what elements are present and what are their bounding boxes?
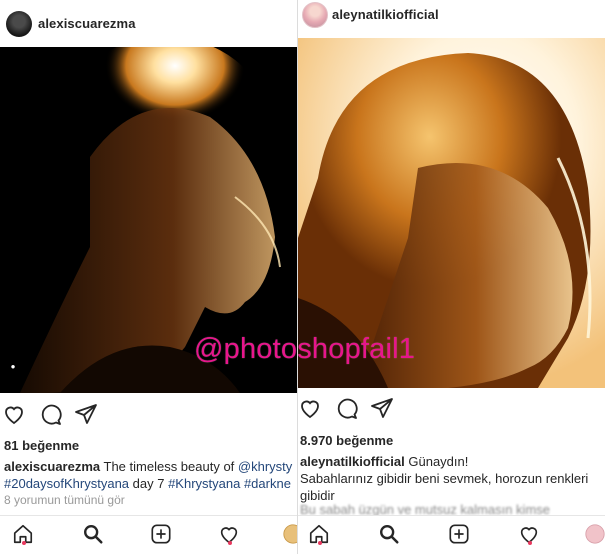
share-icon[interactable]	[74, 402, 100, 428]
home-icon[interactable]	[12, 523, 36, 547]
profile-icon[interactable]	[282, 523, 297, 547]
caption-username[interactable]: alexiscuarezma	[4, 459, 100, 474]
right-post: aleynatilkiofficial 8.970 beğenme aleyna…	[298, 0, 605, 554]
post-actions	[298, 396, 605, 424]
activity-icon[interactable]	[218, 523, 242, 547]
notification-dot	[528, 541, 532, 545]
likes-count[interactable]: 81 beğenme	[4, 438, 79, 453]
caption-username[interactable]: aleynatilkiofficial	[300, 454, 405, 469]
notification-dot	[22, 541, 26, 545]
bottom-tab-bar	[298, 515, 605, 554]
post-actions	[0, 402, 297, 430]
bottom-tab-bar	[0, 515, 297, 554]
username[interactable]: alexiscuarezma	[38, 16, 136, 31]
post-header: alexiscuarezma	[0, 0, 297, 46]
post-caption: alexiscuarezma The timeless beauty of @k…	[4, 458, 297, 492]
caption-mention[interactable]: @khrysty	[238, 459, 292, 474]
activity-icon[interactable]	[518, 523, 542, 547]
search-icon[interactable]	[378, 523, 402, 547]
comment-icon[interactable]	[334, 396, 360, 422]
search-icon[interactable]	[82, 523, 106, 547]
caption-line: Sabahlarınız gibidir beni sevmek, horozu…	[300, 471, 589, 503]
add-icon[interactable]	[150, 523, 174, 547]
caption-text: The timeless beauty of	[100, 459, 238, 474]
heart-icon[interactable]	[2, 402, 28, 428]
hashtag-link[interactable]: #20daysofKhrystyana	[4, 476, 129, 491]
heart-icon[interactable]	[298, 396, 324, 422]
add-icon[interactable]	[448, 523, 472, 547]
watermark-text: @photoshopfail1	[194, 333, 416, 365]
caption-text: day 7	[129, 476, 169, 491]
share-icon[interactable]	[370, 396, 396, 422]
avatar[interactable]	[6, 11, 32, 37]
hashtag-link[interactable]: #Khrystyana	[168, 476, 240, 491]
likes-count[interactable]: 8.970 beğenme	[300, 433, 393, 448]
user-tag-icon[interactable]: ●	[7, 361, 19, 373]
caption-text: Günaydın!	[404, 454, 469, 469]
post-caption: aleynatilkiofficial Günaydın! Sabahların…	[300, 453, 603, 504]
profile-icon[interactable]	[584, 523, 605, 547]
notification-dot	[318, 541, 322, 545]
username[interactable]: aleynatilkiofficial	[332, 7, 439, 22]
hashtag-link[interactable]: #darkne	[244, 476, 291, 491]
left-post: alexiscuarezma ● 81 beğenme alexiscuarez…	[0, 0, 297, 554]
avatar[interactable]	[302, 2, 328, 28]
comment-icon[interactable]	[38, 402, 64, 428]
notification-dot	[228, 541, 232, 545]
home-icon[interactable]	[308, 523, 332, 547]
view-comments-link[interactable]: 8 yorumun tümünü gör	[4, 493, 125, 507]
